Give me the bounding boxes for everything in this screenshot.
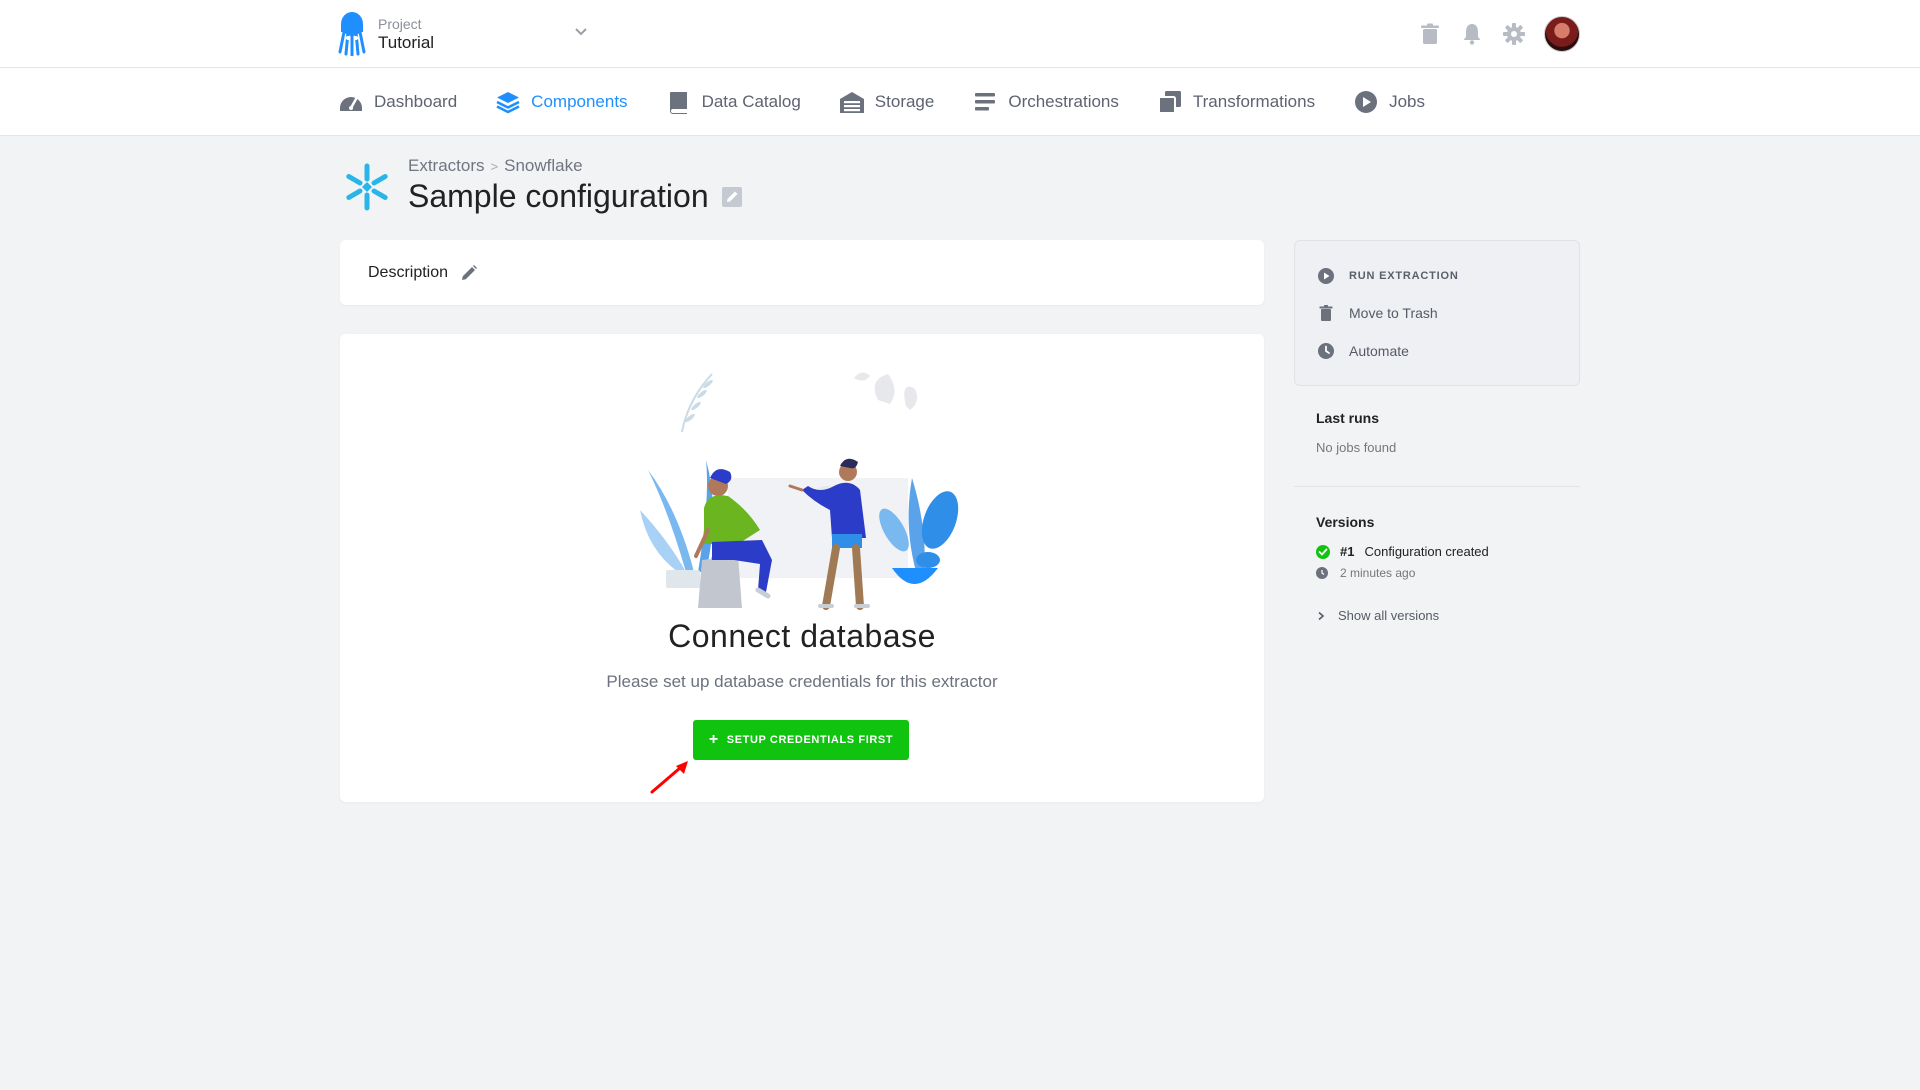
nav-label-data-catalog: Data Catalog — [701, 92, 801, 111]
trash-icon[interactable] — [1418, 22, 1442, 46]
version-item[interactable]: #1 Configuration created — [1316, 544, 1576, 559]
run-extraction-button[interactable]: RUN EXTRACTION — [1317, 267, 1459, 285]
nav-item-jobs[interactable]: Jobs — [1353, 89, 1425, 115]
top-bar: Project Tutorial — [0, 0, 1920, 68]
last-runs-empty: No jobs found — [1316, 440, 1397, 455]
nav-label-transformations: Transformations — [1192, 92, 1316, 111]
main-nav-bar: Dashboard Components Data Catalog Storag… — [0, 68, 1920, 136]
page-title-text: Sample configuration — [408, 178, 709, 214]
trash-icon — [1319, 305, 1333, 321]
breadcrumb-separator-icon: > — [490, 159, 499, 174]
layers-icon — [496, 92, 520, 114]
chevron-right-icon — [1318, 611, 1325, 620]
clock-icon — [1316, 567, 1328, 579]
version-time-text: 2 minutes ago — [1340, 566, 1416, 580]
nav-label-components: Components — [531, 92, 628, 111]
connect-database-card: Connect database Please set up database … — [340, 334, 1264, 802]
keboola-logo-icon — [338, 12, 366, 56]
versions-title: Versions — [1316, 514, 1375, 530]
nav-item-components[interactable]: Components — [495, 89, 628, 115]
setup-credentials-button[interactable]: + SETUP CREDENTIALS FIRST — [693, 720, 909, 760]
show-all-versions-link[interactable]: Show all versions — [1316, 608, 1576, 623]
project-name: Tutorial — [378, 33, 435, 52]
versions-section: Versions #1 Configuration created 2 minu… — [1316, 514, 1576, 623]
breadcrumb-snowflake[interactable]: Snowflake — [504, 156, 582, 175]
nav-label-dashboard: Dashboard — [374, 92, 458, 111]
version-number: #1 — [1340, 544, 1355, 559]
description-panel[interactable]: Description — [340, 240, 1264, 305]
nav-label-storage: Storage — [874, 92, 935, 111]
nav-item-data-catalog[interactable]: Data Catalog — [666, 89, 801, 115]
storage-icon — [839, 92, 864, 113]
book-icon — [669, 92, 687, 114]
nav-item-storage[interactable]: Storage — [839, 89, 935, 115]
pencil-icon[interactable] — [460, 264, 478, 282]
nav-label-orchestrations: Orchestrations — [1008, 92, 1119, 111]
page-title: Sample configuration — [408, 178, 743, 215]
nav-item-orchestrations[interactable]: Orchestrations — [972, 89, 1119, 115]
breadcrumb: Extractors > Snowflake — [408, 156, 583, 176]
move-to-trash-label: Move to Trash — [1349, 305, 1438, 321]
snowflake-icon — [346, 163, 388, 211]
gear-icon[interactable] — [1502, 22, 1526, 46]
project-switcher[interactable]: Project Tutorial — [338, 12, 434, 56]
play-icon — [1355, 91, 1378, 113]
bell-icon[interactable] — [1460, 22, 1484, 46]
connect-database-subtitle: Please set up database credentials for t… — [606, 672, 998, 691]
dashboard-icon — [340, 97, 362, 111]
user-avatar[interactable] — [1544, 16, 1580, 52]
nav-label-jobs: Jobs — [1389, 92, 1425, 111]
nav-item-dashboard[interactable]: Dashboard — [338, 89, 457, 115]
actions-panel: RUN EXTRACTION Move to Trash Automate — [1294, 240, 1580, 386]
run-extraction-label: RUN EXTRACTION — [1349, 270, 1459, 282]
play-circle-icon — [1318, 268, 1334, 284]
people-illustration — [640, 372, 959, 610]
automate-button[interactable]: Automate — [1317, 342, 1409, 360]
nav-item-transformations[interactable]: Transformations — [1157, 89, 1315, 115]
plus-icon: + — [708, 731, 719, 748]
breadcrumb-extractors[interactable]: Extractors — [408, 156, 485, 175]
last-runs-section: Last runs No jobs found — [1316, 410, 1396, 455]
project-label: Project — [378, 16, 422, 32]
chevron-down-icon[interactable] — [572, 22, 590, 40]
version-description: Configuration created — [1364, 544, 1489, 559]
show-all-versions-label: Show all versions — [1338, 608, 1440, 623]
description-label: Description — [368, 263, 449, 281]
automate-label: Automate — [1349, 343, 1409, 359]
last-runs-title: Last runs — [1316, 410, 1380, 426]
transformation-icon — [1157, 91, 1181, 114]
setup-credentials-label: SETUP CREDENTIALS FIRST — [726, 734, 894, 746]
connect-database-title: Connect database — [668, 618, 936, 654]
check-circle-icon — [1316, 544, 1330, 559]
orchestration-icon — [975, 93, 996, 111]
edit-title-icon[interactable] — [721, 186, 743, 208]
clock-icon — [1318, 343, 1334, 359]
sidebar-divider — [1294, 486, 1580, 487]
version-time: 2 minutes ago — [1316, 566, 1576, 580]
move-to-trash-button[interactable]: Move to Trash — [1317, 304, 1438, 322]
annotation-arrow-icon — [650, 761, 688, 794]
